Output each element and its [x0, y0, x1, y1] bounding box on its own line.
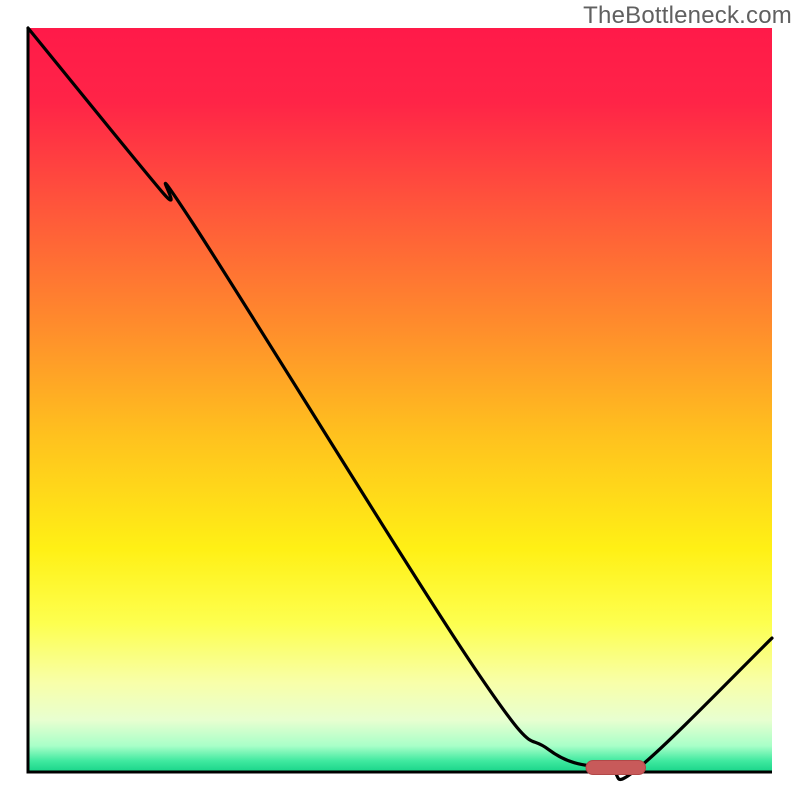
- watermark-text: TheBottleneck.com: [583, 2, 792, 30]
- plot-background: [28, 28, 772, 772]
- bottleneck-chart: [0, 0, 800, 800]
- optimal-range-marker: [586, 761, 646, 775]
- chart-container: TheBottleneck.com: [0, 0, 800, 800]
